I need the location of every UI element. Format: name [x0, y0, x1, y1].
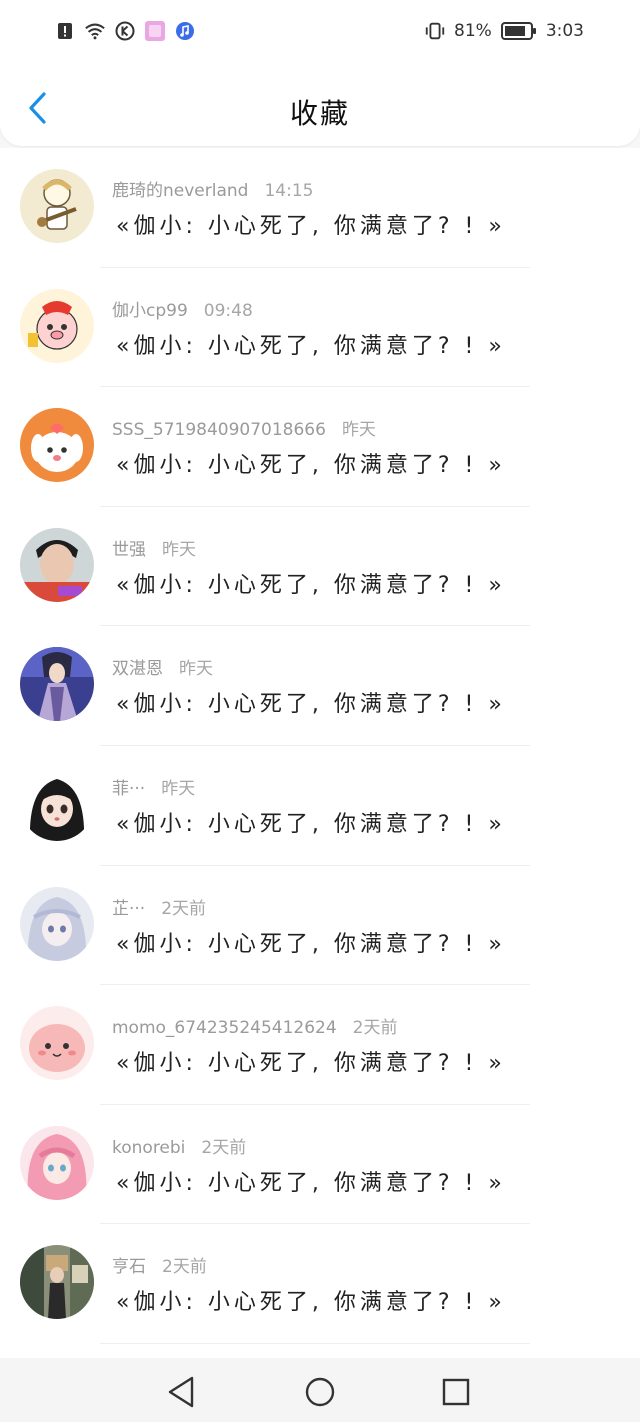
item-meta: 双湛恩 昨天 [112, 654, 213, 679]
item-meta: momo_674235245412624 2天前 [112, 1013, 398, 1038]
item-message: «伽小: 小心死了, 你满意了? ! » [116, 931, 506, 957]
item-time: 昨天 [161, 778, 196, 799]
pink-app-icon [144, 20, 166, 42]
avatar [20, 1006, 94, 1081]
item-name: 亨石 [112, 1257, 146, 1278]
avatar [20, 408, 94, 483]
item-meta: SSS_5719840907018666 昨天 [112, 415, 376, 440]
k-app-icon [114, 20, 136, 42]
item-name: 菲··· [112, 778, 146, 799]
nav-back-button[interactable] [162, 1372, 202, 1412]
battery-percent: 81% [454, 21, 492, 41]
item-meta: konorebi 2天前 [112, 1133, 246, 1158]
top-panel: 81% 3:03 收藏 [0, 0, 640, 146]
item-message: «伽小: 小心死了, 你满意了? ! » [116, 1170, 506, 1196]
item-meta: 伽小cp99 09:48 [112, 296, 253, 321]
item-message: «伽小: 小心死了, 你满意了? ! » [116, 453, 506, 479]
status-bar: 81% 3:03 [0, 0, 640, 64]
avatar [20, 886, 94, 961]
item-message: «伽小: 小心死了, 你满意了? ! » [116, 333, 506, 359]
list-item[interactable]: 世强 昨天 «伽小: 小心死了, 你满意了? ! » [0, 507, 640, 627]
clock: 3:03 [545, 21, 584, 41]
item-name: 世强 [112, 539, 146, 560]
item-meta: 菲··· 昨天 [112, 774, 195, 799]
item-time: 14:15 [264, 181, 314, 201]
item-time: 09:48 [203, 300, 253, 321]
battery-icon [500, 20, 538, 42]
nav-home-icon [300, 1377, 340, 1416]
item-time: 昨天 [179, 659, 213, 680]
vibrate-icon [424, 20, 446, 42]
item-message: «伽小: 小心死了, 你满意了? ! » [116, 811, 506, 837]
item-name: 双湛恩 [112, 659, 163, 680]
item-name: 芷··· [112, 898, 146, 919]
item-name: SSS_5719840907018666 [112, 420, 326, 441]
item-time: 2天前 [352, 1018, 398, 1039]
avatar [20, 527, 94, 602]
nav-back-icon [162, 1376, 202, 1416]
avatar [20, 169, 94, 243]
item-message: «伽小: 小心死了, 你满意了? ! » [116, 572, 506, 598]
nav-home-button[interactable] [300, 1372, 340, 1412]
item-meta: 世强 昨天 [112, 535, 196, 560]
list-item[interactable]: 芷··· 2天前 «伽小: 小心死了, 你满意了? ! » [0, 866, 640, 986]
list-item[interactable]: 双湛恩 昨天 «伽小: 小心死了, 你满意了? ! » [0, 626, 640, 746]
nav-recents-button[interactable] [436, 1372, 476, 1412]
item-name: 伽小cp99 [112, 300, 188, 321]
avatar [20, 288, 94, 363]
page-title: 收藏 [289, 97, 350, 130]
item-name: konorebi [112, 1137, 186, 1158]
avatar [20, 766, 94, 841]
status-left-icons [54, 20, 196, 42]
favorites-list: 鹿琦的neverland 14:15 «伽小: 小心死了, 你满意了? ! » 伽… [0, 148, 640, 1358]
item-time: 2天前 [161, 898, 207, 919]
system-nav-bar [0, 1358, 640, 1422]
list-item[interactable]: 亨石 2天前 «伽小: 小心死了, 你满意了? ! » [0, 1224, 640, 1344]
item-name: momo_674235245412624 [112, 1018, 337, 1039]
item-name: 鹿琦的neverland [112, 181, 249, 201]
item-meta: 鹿琦的neverland 14:15 [112, 176, 313, 201]
item-time: 昨天 [162, 539, 196, 560]
music-app-icon [174, 20, 196, 42]
header: 收藏 [0, 74, 640, 146]
avatar [20, 1245, 94, 1320]
nav-recents-icon [436, 1378, 476, 1416]
list-item[interactable]: 鹿琦的neverland 14:15 «伽小: 小心死了, 你满意了? ! » [0, 148, 640, 268]
item-message: «伽小: 小心死了, 你满意了? ! » [116, 692, 506, 718]
status-right-icons: 81% 3:03 [424, 20, 584, 42]
item-message: «伽小: 小心死了, 你满意了? ! » [116, 1290, 506, 1316]
wifi-icon [84, 20, 106, 42]
item-time: 2天前 [162, 1257, 207, 1278]
item-meta: 芷··· 2天前 [112, 894, 206, 919]
alert-icon [54, 20, 76, 42]
list-item[interactable]: 菲··· 昨天 «伽小: 小心死了, 你满意了? ! » [0, 746, 640, 866]
avatar [20, 647, 94, 722]
list-item[interactable]: konorebi 2天前 «伽小: 小心死了, 你满意了? ! » [0, 1105, 640, 1225]
item-time: 昨天 [341, 420, 376, 441]
item-meta: 亨石 2天前 [112, 1252, 207, 1277]
list-item[interactable]: SSS_5719840907018666 昨天 «伽小: 小心死了, 你满意了? … [0, 387, 640, 507]
item-message: «伽小: 小心死了, 你满意了? ! » [116, 214, 506, 239]
item-message: «伽小: 小心死了, 你满意了? ! » [116, 1051, 506, 1077]
item-time: 2天前 [201, 1137, 247, 1158]
avatar [20, 1125, 94, 1200]
list-item[interactable]: 伽小cp99 09:48 «伽小: 小心死了, 你满意了? ! » [0, 268, 640, 388]
list-item[interactable]: momo_674235245412624 2天前 «伽小: 小心死了, 你满意了?… [0, 985, 640, 1105]
